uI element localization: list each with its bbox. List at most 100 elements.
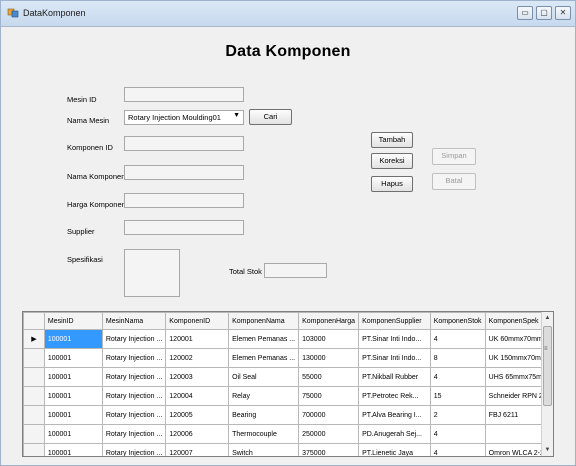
column-header[interactable]: MesinID xyxy=(43,312,103,330)
scroll-up-icon[interactable]: ▲ xyxy=(542,312,553,324)
cari-button[interactable]: Cari xyxy=(249,109,292,125)
table-cell[interactable]: PD.Anugerah Sej... xyxy=(358,424,431,444)
table-cell[interactable]: 120004 xyxy=(165,386,230,406)
supplier-field[interactable] xyxy=(124,220,244,235)
table-row[interactable]: 100001 Rotary Injection ... 120006 Thermoco… xyxy=(23,424,553,444)
nama-komponen-field[interactable] xyxy=(124,165,244,180)
table-cell[interactable]: 120007 xyxy=(165,443,230,456)
scroll-down-icon[interactable]: ▼ xyxy=(542,444,553,456)
scroll-thumb[interactable] xyxy=(543,326,552,406)
table-cell[interactable]: 75000 xyxy=(298,386,360,406)
table-cell[interactable]: 250000 xyxy=(298,424,360,444)
column-header[interactable]: KomponenID xyxy=(165,312,230,330)
chevron-down-icon[interactable]: ▼ xyxy=(233,112,240,119)
batal-button[interactable]: Batal xyxy=(432,173,476,190)
table-cell[interactable]: Oil Seal xyxy=(228,367,300,387)
app-icon xyxy=(7,8,19,18)
table-cell[interactable]: Switch xyxy=(228,443,300,456)
table-cell[interactable]: PT.Nikball Rubber xyxy=(358,367,431,387)
supplier-label: Supplier xyxy=(67,227,95,236)
table-row[interactable]: 100001 Rotary Injection ... 120002 Elemen P… xyxy=(23,348,553,368)
column-header[interactable]: KomponenHarga xyxy=(298,312,360,330)
total-stok-label: Total Stok xyxy=(229,267,262,276)
tambah-button[interactable]: Tambah xyxy=(371,132,413,148)
table-cell[interactable]: Thermocouple xyxy=(228,424,300,444)
table-cell[interactable]: Rotary Injection ... xyxy=(101,367,167,387)
table-cell[interactable]: 120006 xyxy=(165,424,230,444)
table-cell[interactable]: PT.Alva Bearing I... xyxy=(358,405,431,425)
table-cell[interactable]: Rotary Injection ... xyxy=(101,348,167,368)
table-cell[interactable]: 100001 xyxy=(43,348,103,368)
mesin-id-field[interactable] xyxy=(124,87,244,102)
harga-komponen-field[interactable] xyxy=(124,193,244,208)
table-cell[interactable]: 8 xyxy=(429,348,486,368)
table-cell[interactable]: Rotary Injection ... xyxy=(101,443,167,456)
table-cell[interactable]: Rotary Injection ... xyxy=(101,386,167,406)
main-window: DataKomponen ▭ ▢ ✕ Data Komponen Mesin I… xyxy=(0,0,576,466)
table-cell[interactable]: 130000 xyxy=(298,348,360,368)
table-cell[interactable]: 375000 xyxy=(298,443,360,456)
table-cell[interactable]: PT.Sinar Inti Indo... xyxy=(358,348,431,368)
table-cell[interactable]: 103000 xyxy=(298,329,360,349)
table-cell[interactable]: 100001 xyxy=(43,405,103,425)
table-cell[interactable]: PT.Petrotec Rek... xyxy=(358,386,431,406)
table-cell[interactable]: PT.Sinar Inti Indo... xyxy=(358,329,431,349)
komponen-id-field[interactable] xyxy=(124,136,244,151)
column-header[interactable]: KomponenStok xyxy=(429,312,486,330)
column-header[interactable]: KomponenNama xyxy=(228,312,300,330)
table-cell[interactable]: 4 xyxy=(429,443,486,456)
maximize-button[interactable]: ▢ xyxy=(536,6,552,20)
minimize-button[interactable]: ▭ xyxy=(517,6,533,20)
table-cell[interactable]: 120002 xyxy=(165,348,230,368)
row-header[interactable] xyxy=(23,405,45,425)
table-row[interactable]: 100001 Rotary Injection ... 120007 Switch 37… xyxy=(23,443,553,456)
current-row-marker-icon[interactable]: ▶ xyxy=(23,329,45,349)
table-cell[interactable]: 15 xyxy=(429,386,486,406)
table-cell[interactable]: 100001 xyxy=(43,443,103,456)
nama-mesin-select[interactable]: Rotary Injection Moulding01 ▼ xyxy=(124,110,244,125)
table-cell[interactable]: Rotary Injection ... xyxy=(101,424,167,444)
table-cell[interactable]: 100001 xyxy=(43,424,103,444)
row-header[interactable] xyxy=(23,348,45,368)
komponen-grid[interactable]: MesinID MesinNama KomponenID KomponenNam… xyxy=(22,311,554,457)
table-cell[interactable]: 4 xyxy=(429,329,486,349)
table-cell[interactable]: 4 xyxy=(429,367,486,387)
table-cell[interactable]: 120003 xyxy=(165,367,230,387)
column-header[interactable]: KomponenSupplier xyxy=(358,312,431,330)
total-stok-field[interactable] xyxy=(264,263,327,278)
spesifikasi-field[interactable] xyxy=(124,249,180,297)
close-button[interactable]: ✕ xyxy=(555,6,571,20)
table-cell[interactable]: Relay xyxy=(228,386,300,406)
vertical-scrollbar[interactable]: ▲ ≡ ▼ xyxy=(541,312,553,456)
row-header[interactable] xyxy=(23,386,45,406)
row-header[interactable] xyxy=(23,443,45,456)
table-cell[interactable]: 120005 xyxy=(165,405,230,425)
table-cell[interactable]: 2 xyxy=(429,405,486,425)
table-cell[interactable]: 4 xyxy=(429,424,486,444)
table-cell[interactable]: 55000 xyxy=(298,367,360,387)
nama-komponen-label: Nama Komponen xyxy=(67,172,126,181)
table-cell[interactable]: 100001 xyxy=(43,367,103,387)
table-row[interactable]: 100001 Rotary Injection ... 120003 Oil Seal… xyxy=(23,367,553,387)
table-cell[interactable]: Rotary Injection ... xyxy=(101,405,167,425)
row-header[interactable] xyxy=(23,424,45,444)
hapus-button[interactable]: Hapus xyxy=(371,176,413,192)
table-cell[interactable]: Bearing xyxy=(228,405,300,425)
table-cell[interactable]: 100001 xyxy=(43,329,103,349)
table-cell[interactable]: 100001 xyxy=(43,386,103,406)
title-bar[interactable]: DataKomponen ▭ ▢ ✕ xyxy=(1,1,575,27)
koreksi-button[interactable]: Koreksi xyxy=(371,153,413,169)
simpan-button[interactable]: Simpan xyxy=(432,148,476,165)
table-cell[interactable]: Rotary Injection ... xyxy=(101,329,167,349)
table-cell[interactable]: PT.Lienetic Jaya xyxy=(358,443,431,456)
table-cell[interactable]: Elemen Pemanas ... xyxy=(228,329,300,349)
spesifikasi-label: Spesifikasi xyxy=(67,255,103,264)
row-header[interactable] xyxy=(23,367,45,387)
table-cell[interactable]: 700000 xyxy=(298,405,360,425)
table-row[interactable]: ▶ 100001 Rotary Injection ... 120001 Elemen … xyxy=(23,329,553,349)
table-cell[interactable]: 120001 xyxy=(165,329,230,349)
table-row[interactable]: 100001 Rotary Injection ... 120005 Bearing 7… xyxy=(23,405,553,425)
table-cell[interactable]: Elemen Pemanas ... xyxy=(228,348,300,368)
column-header[interactable]: MesinNama xyxy=(101,312,167,330)
table-row[interactable]: 100001 Rotary Injection ... 120004 Relay 750… xyxy=(23,386,553,406)
